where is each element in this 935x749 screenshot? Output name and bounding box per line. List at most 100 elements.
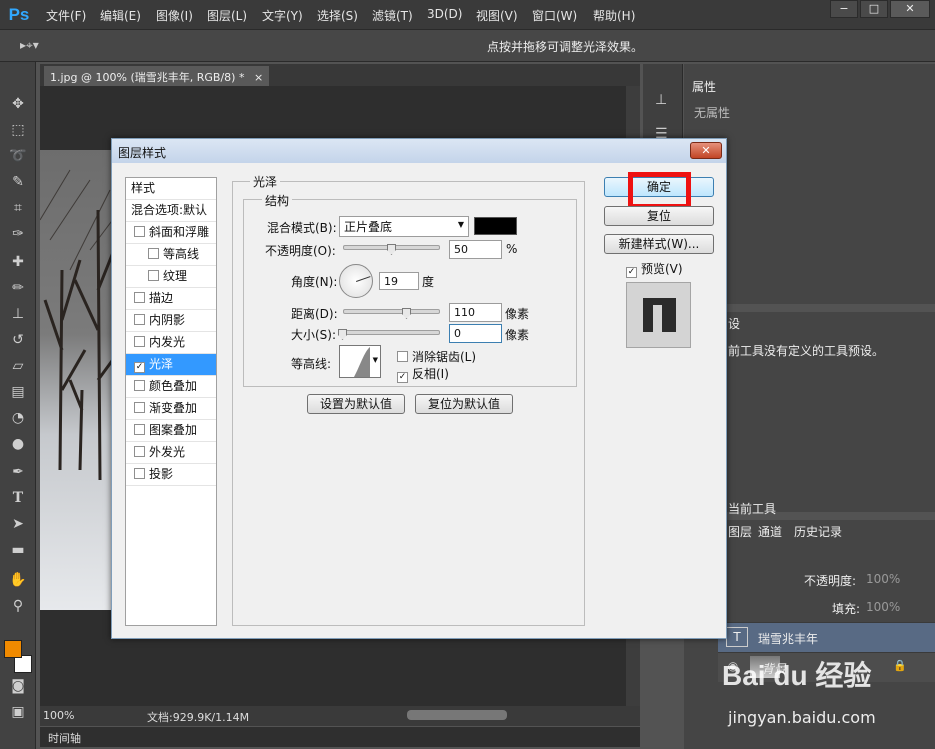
reset-button[interactable]: 复位 [604,206,714,226]
quick-mask-icon[interactable]: ◙ [8,676,28,696]
document-tab-close[interactable]: × [254,71,263,84]
horizontal-scroll-thumb[interactable] [407,710,507,720]
type-tool-icon[interactable]: T [8,488,28,508]
dodge-tool-icon[interactable]: ● [8,434,28,454]
menu-window[interactable]: 窗口(W) [532,7,577,24]
crop-tool-icon[interactable]: ⌗ [8,198,28,218]
anti-alias-checkbox[interactable]: 消除锯齿(L) [393,348,476,365]
shape-tool-icon[interactable]: ▬ [8,540,28,560]
menu-image[interactable]: 图像(I) [156,7,193,24]
style-item[interactable]: 等高线 [126,244,216,266]
foreground-color-swatch[interactable] [4,640,22,658]
layer-fill-value[interactable]: 100% [866,600,900,614]
style-item[interactable]: 投影 [126,464,216,486]
blend-mode-select[interactable]: 正片叠底 ▼ [339,216,469,237]
menu-type[interactable]: 文字(Y) [262,7,303,24]
blend-options-item[interactable]: 混合选项:默认 [126,200,216,222]
move-tool-preset-icon[interactable]: ▸⌖▾ [20,38,50,54]
contour-picker[interactable]: ▼ [339,345,381,378]
marquee-tool-icon[interactable]: ⬚ [8,120,28,140]
document-tab[interactable]: 1.jpg @ 100% (瑞雪兆丰年, RGB/8) * × [44,66,269,86]
style-item-checkbox[interactable] [134,226,145,237]
size-label: 大小(S): [291,328,337,342]
quick-select-tool-icon[interactable]: ✎ [8,172,28,192]
pen-tool-icon[interactable]: ✒ [8,462,28,482]
blend-color-swatch[interactable] [474,217,517,235]
style-item[interactable]: 内发光 [126,332,216,354]
history-brush-tool-icon[interactable]: ↺ [8,330,28,350]
distance-slider-track[interactable] [343,309,440,314]
menu-view[interactable]: 视图(V) [476,7,518,24]
style-item[interactable]: 斜面和浮雕 [126,222,216,244]
style-item-checkbox[interactable] [134,424,145,435]
opacity-input[interactable]: 50 [449,240,502,259]
style-item[interactable]: 渐变叠加 [126,398,216,420]
style-item-checkbox[interactable] [134,402,145,413]
menu-layer[interactable]: 图层(L) [207,7,247,24]
style-item-checkbox[interactable]: ✓ [134,362,145,373]
tab-layers[interactable]: 图层 [728,523,752,540]
style-item[interactable]: 外发光 [126,442,216,464]
style-item-checkbox[interactable] [134,468,145,479]
style-item[interactable]: 内阴影 [126,310,216,332]
properties-title[interactable]: 属性 [692,78,716,95]
style-item-checkbox[interactable] [134,380,145,391]
healing-tool-icon[interactable]: ✚ [8,252,28,272]
stamp-panel-icon[interactable]: ⊥ [655,92,667,108]
dialog-close-button[interactable]: ✕ [690,142,722,159]
reset-default-button[interactable]: 复位为默认值 [415,394,513,414]
stamp-tool-icon[interactable]: ⊥ [8,304,28,324]
menu-edit[interactable]: 编辑(E) [100,7,141,24]
screen-mode-icon[interactable]: ▣ [8,702,28,722]
style-item[interactable]: 颜色叠加 [126,376,216,398]
zoom-tool-icon[interactable]: ⚲ [8,596,28,616]
set-default-button[interactable]: 设置为默认值 [307,394,405,414]
style-item-checkbox[interactable] [148,248,159,259]
style-item[interactable]: 纹理 [126,266,216,288]
preview-checkbox[interactable]: ✓ 预览(V) [622,260,683,278]
tab-history[interactable]: 历史记录 [794,523,842,540]
style-item-checkbox[interactable] [148,270,159,281]
style-item[interactable]: 图案叠加 [126,420,216,442]
eyedropper-tool-icon[interactable]: ✑ [8,224,28,244]
angle-input[interactable]: 19 [379,272,419,290]
path-select-tool-icon[interactable]: ➤ [8,514,28,534]
menu-file[interactable]: 文件(F) [46,7,86,24]
dialog-titlebar[interactable] [112,139,726,163]
size-input[interactable]: 0 [449,324,502,343]
styles-header[interactable]: 样式 [126,178,216,200]
eraser-tool-icon[interactable]: ▱ [8,356,28,376]
layer-opacity-value[interactable]: 100% [866,572,900,586]
new-style-button[interactable]: 新建样式(W)... [604,234,714,254]
menu-filter[interactable]: 滤镜(T) [372,7,413,24]
style-item[interactable]: 描边 [126,288,216,310]
zoom-level[interactable]: 100% [43,709,74,722]
menu-select[interactable]: 选择(S) [317,7,358,24]
hand-tool-icon[interactable]: ✋ [8,570,28,590]
size-slider-track[interactable] [343,330,440,335]
style-item-checkbox[interactable] [134,336,145,347]
minimize-button[interactable]: − [830,0,858,18]
timeline-label[interactable]: 时间轴 [48,730,81,746]
menu-help[interactable]: 帮助(H) [593,7,635,24]
options-hint: 点按并拖移可调整光泽效果。 [487,40,644,54]
blur-tool-icon[interactable]: ◔ [8,408,28,428]
style-item-checkbox[interactable] [134,292,145,303]
angle-dial[interactable] [339,264,373,298]
lasso-tool-icon[interactable]: ➰ [8,146,28,166]
style-item[interactable]: ✓ 光泽 [126,354,216,376]
style-item-checkbox[interactable] [134,314,145,325]
invert-checkbox[interactable]: ✓ 反相(I) [393,365,449,383]
menu-3d[interactable]: 3D(D) [427,7,462,21]
move-tool-icon[interactable]: ✥ [8,94,28,114]
style-item-checkbox[interactable] [134,446,145,457]
tab-channels[interactable]: 通道 [758,523,782,540]
maximize-button[interactable]: □ [860,0,888,18]
gradient-tool-icon[interactable]: ▤ [8,382,28,402]
tool-presets-tab[interactable]: 设 [728,315,740,332]
style-item-label: 描边 [149,291,174,305]
distance-input[interactable]: 110 [449,303,502,322]
close-window-button[interactable]: ✕ [890,0,930,18]
brush-tool-icon[interactable]: ✏ [8,278,28,298]
tool-presets-body: 前工具没有定义的工具预设。 [728,344,885,358]
